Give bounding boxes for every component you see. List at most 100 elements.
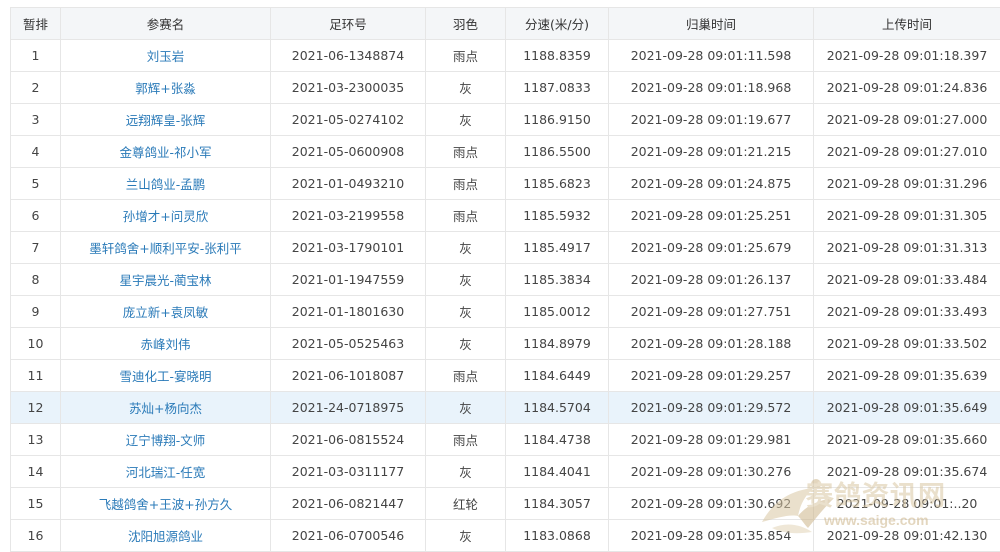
- cell-rank: 12: [11, 392, 61, 424]
- cell-upload: 2021-09-28 09:01:27.010: [814, 136, 1000, 168]
- cell-name[interactable]: 星宇晨光-蔺宝林: [61, 264, 271, 296]
- table-row[interactable]: 15飞越鸽舍+王波+孙方久2021-06-0821447红轮1184.30572…: [11, 488, 1000, 520]
- cell-ring: 2021-03-2199558: [271, 200, 426, 232]
- cell-color: 灰: [426, 456, 506, 488]
- cell-upload: 2021-09-28 09:01:18.397: [814, 40, 1000, 72]
- header-upload[interactable]: 上传时间: [814, 8, 1000, 40]
- cell-upload: 2021-09-28 09:01:..20: [814, 488, 1000, 520]
- cell-speed: 1184.5704: [506, 392, 609, 424]
- cell-ring: 2021-05-0274102: [271, 104, 426, 136]
- cell-rank: 8: [11, 264, 61, 296]
- table-row[interactable]: 10赤峰刘伟2021-05-0525463灰1184.89792021-09-2…: [11, 328, 1000, 360]
- cell-arrival: 2021-09-28 09:01:19.677: [609, 104, 814, 136]
- cell-name[interactable]: 孙增才+问灵欣: [61, 200, 271, 232]
- header-name[interactable]: 参赛名: [61, 8, 271, 40]
- cell-name[interactable]: 赤峰刘伟: [61, 328, 271, 360]
- cell-speed: 1187.0833: [506, 72, 609, 104]
- table-row[interactable]: 7墨轩鸽舍+顺利平安-张利平2021-03-1790101灰1185.49172…: [11, 232, 1000, 264]
- header-rank[interactable]: 暂排: [11, 8, 61, 40]
- cell-speed: 1183.0868: [506, 520, 609, 552]
- cell-speed: 1186.5500: [506, 136, 609, 168]
- cell-rank: 10: [11, 328, 61, 360]
- cell-rank: 7: [11, 232, 61, 264]
- cell-speed: 1184.4041: [506, 456, 609, 488]
- cell-color: 灰: [426, 72, 506, 104]
- table-row[interactable]: 3远翔辉皇-张辉2021-05-0274102灰1186.91502021-09…: [11, 104, 1000, 136]
- cell-ring: 2021-01-1801630: [271, 296, 426, 328]
- cell-speed: 1185.0012: [506, 296, 609, 328]
- cell-speed: 1184.4738: [506, 424, 609, 456]
- cell-rank: 3: [11, 104, 61, 136]
- cell-name[interactable]: 郭辉+张淼: [61, 72, 271, 104]
- cell-arrival: 2021-09-28 09:01:24.875: [609, 168, 814, 200]
- cell-rank: 5: [11, 168, 61, 200]
- header-ring[interactable]: 足环号: [271, 8, 426, 40]
- cell-name[interactable]: 金尊鸽业-祁小军: [61, 136, 271, 168]
- cell-rank: 15: [11, 488, 61, 520]
- table-row[interactable]: 11雪迪化工-宴晓明2021-06-1018087雨点1184.64492021…: [11, 360, 1000, 392]
- table-row[interactable]: 6孙增才+问灵欣2021-03-2199558雨点1185.59322021-0…: [11, 200, 1000, 232]
- cell-name[interactable]: 兰山鸽业-孟鹏: [61, 168, 271, 200]
- table-row[interactable]: 2郭辉+张淼2021-03-2300035灰1187.08332021-09-2…: [11, 72, 1000, 104]
- table-row[interactable]: 13辽宁博翔-文师2021-06-0815524雨点1184.47382021-…: [11, 424, 1000, 456]
- header-speed[interactable]: 分速(米/分): [506, 8, 609, 40]
- cell-upload: 2021-09-28 09:01:35.660: [814, 424, 1000, 456]
- cell-upload: 2021-09-28 09:01:42.130: [814, 520, 1000, 552]
- cell-rank: 6: [11, 200, 61, 232]
- cell-name[interactable]: 刘玉岩: [61, 40, 271, 72]
- cell-arrival: 2021-09-28 09:01:25.251: [609, 200, 814, 232]
- cell-arrival: 2021-09-28 09:01:18.968: [609, 72, 814, 104]
- cell-upload: 2021-09-28 09:01:33.502: [814, 328, 1000, 360]
- cell-rank: 1: [11, 40, 61, 72]
- cell-rank: 4: [11, 136, 61, 168]
- cell-ring: 2021-01-1947559: [271, 264, 426, 296]
- cell-arrival: 2021-09-28 09:01:21.215: [609, 136, 814, 168]
- cell-ring: 2021-05-0525463: [271, 328, 426, 360]
- table-row[interactable]: 12苏灿+杨向杰2021-24-0718975灰1184.57042021-09…: [11, 392, 1000, 424]
- cell-name[interactable]: 辽宁博翔-文师: [61, 424, 271, 456]
- cell-speed: 1185.3834: [506, 264, 609, 296]
- header-color[interactable]: 羽色: [426, 8, 506, 40]
- cell-upload: 2021-09-28 09:01:35.674: [814, 456, 1000, 488]
- cell-name[interactable]: 飞越鸽舍+王波+孙方久: [61, 488, 271, 520]
- table-row[interactable]: 5兰山鸽业-孟鹏2021-01-0493210雨点1185.68232021-0…: [11, 168, 1000, 200]
- cell-color: 灰: [426, 264, 506, 296]
- cell-name[interactable]: 河北瑞江-任宽: [61, 456, 271, 488]
- cell-arrival: 2021-09-28 09:01:29.572: [609, 392, 814, 424]
- table-row[interactable]: 4金尊鸽业-祁小军2021-05-0600908雨点1186.55002021-…: [11, 136, 1000, 168]
- cell-rank: 2: [11, 72, 61, 104]
- header-arrival[interactable]: 归巢时间: [609, 8, 814, 40]
- table-row[interactable]: 16沈阳旭源鸽业2021-06-0700546灰1183.08682021-09…: [11, 520, 1000, 552]
- results-table: 暂排 参赛名 足环号 羽色 分速(米/分) 归巢时间 上传时间 1刘玉岩2021…: [10, 7, 1000, 552]
- cell-arrival: 2021-09-28 09:01:27.751: [609, 296, 814, 328]
- table-row[interactable]: 8星宇晨光-蔺宝林2021-01-1947559灰1185.38342021-0…: [11, 264, 1000, 296]
- cell-ring: 2021-03-1790101: [271, 232, 426, 264]
- cell-upload: 2021-09-28 09:01:31.296: [814, 168, 1000, 200]
- cell-color: 灰: [426, 104, 506, 136]
- cell-color: 雨点: [426, 424, 506, 456]
- cell-ring: 2021-03-0311177: [271, 456, 426, 488]
- cell-arrival: 2021-09-28 09:01:25.679: [609, 232, 814, 264]
- cell-speed: 1184.3057: [506, 488, 609, 520]
- table-row[interactable]: 9庞立新+袁凤敏2021-01-1801630灰1185.00122021-09…: [11, 296, 1000, 328]
- table-row[interactable]: 1刘玉岩2021-06-1348874雨点1188.83592021-09-28…: [11, 40, 1000, 72]
- cell-color: 灰: [426, 392, 506, 424]
- cell-color: 雨点: [426, 200, 506, 232]
- table-body: 1刘玉岩2021-06-1348874雨点1188.83592021-09-28…: [11, 40, 1000, 552]
- cell-name[interactable]: 雪迪化工-宴晓明: [61, 360, 271, 392]
- cell-name[interactable]: 远翔辉皇-张辉: [61, 104, 271, 136]
- cell-name[interactable]: 墨轩鸽舍+顺利平安-张利平: [61, 232, 271, 264]
- table-row[interactable]: 14河北瑞江-任宽2021-03-0311177灰1184.40412021-0…: [11, 456, 1000, 488]
- cell-speed: 1184.8979: [506, 328, 609, 360]
- cell-upload: 2021-09-28 09:01:35.639: [814, 360, 1000, 392]
- cell-ring: 2021-01-0493210: [271, 168, 426, 200]
- cell-name[interactable]: 苏灿+杨向杰: [61, 392, 271, 424]
- cell-upload: 2021-09-28 09:01:31.305: [814, 200, 1000, 232]
- cell-arrival: 2021-09-28 09:01:29.257: [609, 360, 814, 392]
- cell-arrival: 2021-09-28 09:01:30.276: [609, 456, 814, 488]
- cell-arrival: 2021-09-28 09:01:11.598: [609, 40, 814, 72]
- cell-name[interactable]: 庞立新+袁凤敏: [61, 296, 271, 328]
- cell-name[interactable]: 沈阳旭源鸽业: [61, 520, 271, 552]
- cell-ring: 2021-24-0718975: [271, 392, 426, 424]
- cell-arrival: 2021-09-28 09:01:30.692: [609, 488, 814, 520]
